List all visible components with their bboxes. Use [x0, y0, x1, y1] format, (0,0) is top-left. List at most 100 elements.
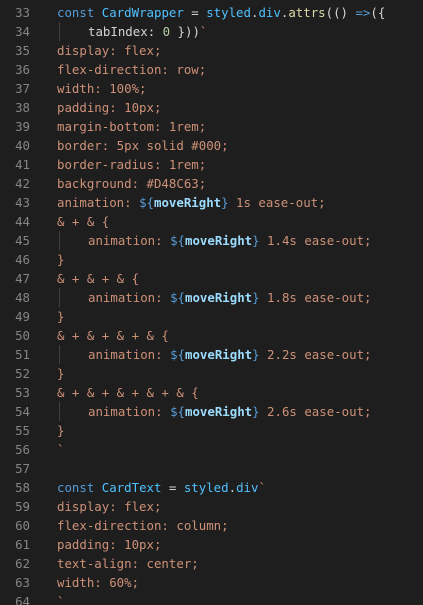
code-line[interactable]: 36 flex-direction: row; [0, 60, 423, 79]
code-token: moveRight [184, 347, 253, 362]
code-line[interactable]: 53 & + & + & + & + & { [0, 383, 423, 402]
code-line[interactable]: 56 ` [0, 440, 423, 459]
code-text: const CardText = styled.div` [57, 478, 266, 497]
code-token: ` [258, 480, 266, 495]
code-line[interactable]: 45 animation: ${moveRight} 1.4s ease-out; [0, 231, 423, 250]
code-line[interactable]: 58 const CardText = styled.div` [0, 478, 423, 497]
code-line[interactable]: 42 background: #D48C63; [0, 174, 423, 193]
line-number: 54 [15, 404, 30, 419]
code-token: padding: 10px; [57, 100, 162, 115]
code-line[interactable]: 43 animation: ${moveRight} 1s ease-out; [0, 193, 423, 212]
line-number: 46 [15, 252, 30, 267]
code-line[interactable]: 61 padding: 10px; [0, 535, 423, 554]
code-text: margin-bottom: 1rem; [57, 117, 206, 136]
code-text: padding: 10px; [57, 535, 161, 554]
code-token: } [252, 233, 260, 248]
code-line[interactable]: 46} [0, 250, 423, 269]
code-token: text-align: center; [57, 556, 199, 571]
code-line[interactable]: 60 flex-direction: column; [0, 516, 423, 535]
code-token: border-radius: 1rem; [57, 157, 207, 172]
code-token: animation: [88, 404, 171, 419]
line-number: 61 [15, 537, 30, 552]
code-token: CardText [101, 480, 162, 495]
code-line[interactable]: 40 border: 5px solid #000; [0, 136, 423, 155]
code-text: display: flex; [57, 497, 161, 516]
code-token: moveRight [184, 404, 253, 419]
line-number: 37 [15, 81, 30, 96]
code-line[interactable]: 52} [0, 364, 423, 383]
code-token: tabIndex [88, 24, 148, 39]
code-token: animation: [88, 347, 171, 362]
line-number: 48 [15, 290, 30, 305]
code-line[interactable]: 39 margin-bottom: 1rem; [0, 117, 423, 136]
code-token: (() [325, 5, 356, 20]
code-text: & + & + & { [57, 269, 139, 288]
line-number: 58 [15, 480, 30, 495]
code-token: 1.8s ease-out; [259, 290, 372, 305]
line-number: 49 [15, 309, 30, 324]
code-line[interactable]: 54 animation: ${moveRight} 2.6s ease-out; [0, 402, 423, 421]
code-text: flex-direction: row; [57, 60, 206, 79]
code-token: . [228, 480, 237, 495]
code-token: background: #D48C63; [57, 176, 207, 191]
code-line[interactable]: 47 & + & + & { [0, 269, 423, 288]
code-line[interactable]: 41 border-radius: 1rem; [0, 155, 423, 174]
code-line[interactable]: 62 text-align: center; [0, 554, 423, 573]
code-token: 2.6s ease-out; [259, 404, 372, 419]
code-token: } [57, 366, 65, 381]
code-text: border: 5px solid #000; [57, 136, 229, 155]
code-line[interactable]: 64 ` [0, 592, 423, 605]
line-number: 64 [15, 594, 30, 605]
code-token: & + & + & { [57, 271, 140, 286]
code-token: styled [183, 480, 229, 495]
code-token: } [57, 309, 65, 324]
code-line[interactable]: 48 animation: ${moveRight} 1.8s ease-out; [0, 288, 423, 307]
code-token: CardWrapper [101, 5, 184, 20]
code-token: border: 5px solid #000; [57, 138, 229, 153]
code-editor[interactable]: 33 const CardWrapper = styled.div.attrs((… [0, 0, 423, 605]
code-token: const [57, 5, 102, 20]
code-text: & + & + & + & { [57, 326, 169, 345]
code-line[interactable]: 59 display: flex; [0, 497, 423, 516]
code-line[interactable]: 50 & + & + & + & { [0, 326, 423, 345]
indent-guide [59, 402, 60, 421]
code-line[interactable]: 37 width: 100%; [0, 79, 423, 98]
code-line[interactable]: 34 tabIndex: 0 }))` [0, 22, 423, 41]
code-line[interactable]: 57 [0, 459, 423, 478]
code-line[interactable]: 55} [0, 421, 423, 440]
line-number: 56 [15, 442, 30, 457]
code-token: } [252, 347, 260, 362]
code-token: 1.4s ease-out; [259, 233, 372, 248]
code-token: ${ [170, 404, 185, 419]
code-token: ${ [170, 233, 185, 248]
code-line[interactable]: 51 animation: ${moveRight} 2.2s ease-out; [0, 345, 423, 364]
line-number: 44 [15, 214, 30, 229]
code-line[interactable]: 35 display: flex; [0, 41, 423, 60]
code-token: } [57, 252, 65, 267]
code-line[interactable]: 38 padding: 10px; [0, 98, 423, 117]
code-token: moveRight [153, 195, 222, 210]
line-number: 42 [15, 176, 30, 191]
indent-guide [59, 231, 60, 250]
code-line[interactable]: 63 width: 60%; [0, 573, 423, 592]
line-number: 39 [15, 119, 30, 134]
line-number: 62 [15, 556, 30, 571]
line-number: 43 [15, 195, 30, 210]
code-token: ${ [170, 347, 185, 362]
code-token: } [252, 404, 260, 419]
code-line[interactable]: 44 & + & { [0, 212, 423, 231]
code-text: & + & { [57, 212, 109, 231]
code-token: animation: [57, 195, 140, 210]
code-token: & + & + & + & { [57, 328, 169, 343]
code-text: & + & + & + & + & { [57, 383, 199, 402]
code-token: display: flex; [57, 43, 162, 58]
code-line[interactable]: 33 const CardWrapper = styled.div.attrs((… [0, 3, 423, 22]
code-token: flex-direction: column; [57, 518, 229, 533]
line-number: 52 [15, 366, 30, 381]
code-token: div [258, 5, 281, 20]
code-text: } [57, 307, 64, 326]
code-token: = [183, 5, 207, 20]
code-line[interactable]: 49} [0, 307, 423, 326]
code-token: & + & + & + & + & { [57, 385, 199, 400]
code-token: padding: 10px; [57, 537, 162, 552]
